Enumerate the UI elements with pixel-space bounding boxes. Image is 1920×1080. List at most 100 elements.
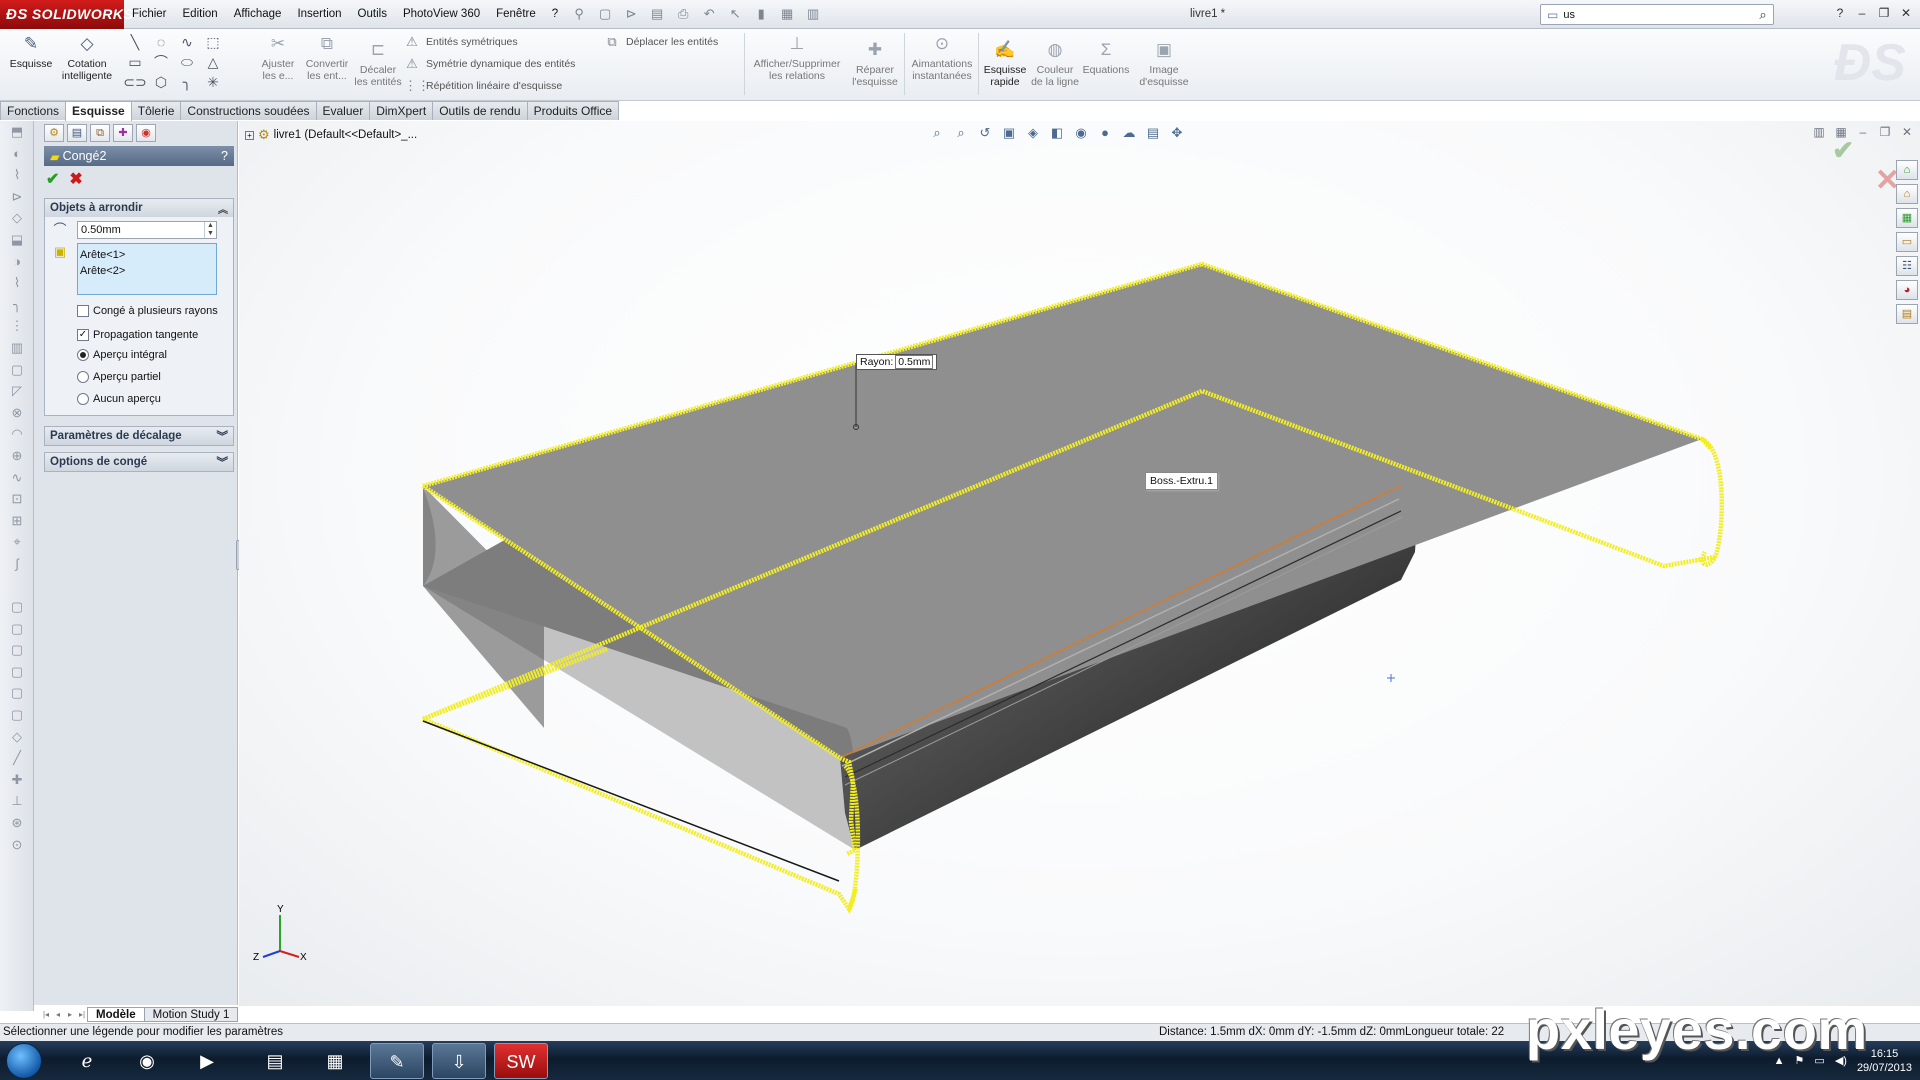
close-icon[interactable]: ✕: [1900, 125, 1914, 139]
instant3d-icon[interactable]: ⊞: [0, 510, 34, 532]
menu-help[interactable]: ?: [544, 0, 566, 29]
chevron-down-icon[interactable]: ︾: [217, 454, 229, 470]
tab-tolerie[interactable]: Tôlerie: [130, 101, 182, 120]
multi-radius-checkbox[interactable]: Congé à plusieurs rayons: [49, 301, 229, 321]
cancel-x-icon[interactable]: ✖: [69, 169, 82, 189]
edit-appearance-icon[interactable]: ●: [1095, 123, 1115, 143]
view-iso-icon[interactable]: ◇: [0, 726, 34, 748]
intersect-icon[interactable]: ⊕: [0, 445, 34, 467]
offset-entities-button[interactable]: ⊏ Décaler les entités: [354, 39, 402, 88]
tab-outils-rendu[interactable]: Outils de rendu: [432, 101, 528, 120]
sketch-relations-icon[interactable]: ⊥: [0, 790, 34, 812]
section-view-icon[interactable]: ▣: [999, 123, 1019, 143]
dimxpert-manager-tab-icon[interactable]: ✚: [113, 124, 133, 142]
view-settings-icon[interactable]: ▤: [1143, 123, 1163, 143]
tab-dimxpert[interactable]: DimXpert: [369, 101, 434, 120]
dynamic-mirror-button[interactable]: ⚠ Symétrie dynamique des entités: [404, 56, 575, 72]
circle-icon[interactable]: ◌: [148, 32, 174, 52]
display-style-icon[interactable]: ◧: [1047, 123, 1067, 143]
cut-revolve-icon[interactable]: ◑: [0, 251, 34, 273]
search-source-icon[interactable]: ▭: [1547, 8, 1558, 22]
zoom-to-fit-icon[interactable]: ⌕: [927, 123, 947, 143]
rib-icon[interactable]: ▥: [0, 337, 34, 359]
list-item[interactable]: Arête<2>: [80, 263, 214, 279]
calculator-icon[interactable]: ▦: [308, 1043, 362, 1079]
appearances-icon[interactable]: ◕: [1896, 280, 1918, 300]
checkbox-checked[interactable]: ✓: [77, 329, 89, 341]
view-orientation-icon[interactable]: ◈: [1023, 123, 1043, 143]
design-library-icon[interactable]: ⌂: [1896, 184, 1918, 204]
polygon-icon[interactable]: ⬡: [148, 72, 174, 92]
view-front-icon[interactable]: ▢: [0, 596, 34, 618]
edge-selection-list[interactable]: Arête<1> Arête<2>: [77, 243, 217, 295]
slot-icon[interactable]: ⊂⊃: [122, 72, 148, 92]
spline-tools-icon[interactable]: ∫: [0, 553, 34, 575]
feature-manager-tab-icon[interactable]: ⚙: [44, 124, 64, 142]
fillet-feature-icon[interactable]: ╮: [0, 294, 34, 316]
cut-extrude-icon[interactable]: ⬓: [0, 229, 34, 251]
internet-explorer-icon[interactable]: ℯ: [60, 1043, 114, 1079]
sweep-icon[interactable]: ⌇: [0, 164, 34, 186]
offset-parameters-group[interactable]: Paramètres de décalage ︾: [44, 426, 234, 446]
apply-scene-icon[interactable]: ☁: [1119, 123, 1139, 143]
extrude-icon[interactable]: ⬒: [0, 121, 34, 143]
menu-outils[interactable]: Outils: [350, 0, 395, 29]
confirmation-ok-icon[interactable]: ✔: [1832, 135, 1854, 166]
no-preview-radio[interactable]: Aucun aperçu: [49, 389, 229, 409]
folder-icon[interactable]: ▭: [1896, 232, 1918, 252]
tab-fonctions[interactable]: Fonctions: [0, 101, 67, 120]
next-tab-icon[interactable]: ▸: [64, 1010, 76, 1019]
tab-evaluer[interactable]: Evaluer: [315, 101, 371, 120]
boundary-icon[interactable]: ◇: [0, 207, 34, 229]
menu-photoview[interactable]: PhotoView 360: [395, 0, 488, 29]
print-icon[interactable]: ⎙: [672, 3, 694, 25]
feature-tree-root[interactable]: + ⚙ livre1 (Default<<Default>_...: [245, 127, 417, 143]
help-icon[interactable]: ?: [221, 149, 228, 163]
plane-icon[interactable]: ⬚: [200, 32, 226, 52]
menu-affichage[interactable]: Affichage: [226, 0, 290, 29]
expand-icon[interactable]: +: [245, 130, 254, 140]
close-icon[interactable]: ✕: [1898, 4, 1914, 22]
zoom-to-area-icon[interactable]: ⌕: [951, 123, 971, 143]
smart-dimension-button[interactable]: ◇ Cotation intelligente: [60, 33, 114, 82]
new-document-icon[interactable]: ▢: [594, 3, 616, 25]
checkbox-unchecked[interactable]: [77, 305, 89, 317]
move-entities-button[interactable]: ⧉ Déplacer les entités: [604, 34, 718, 50]
search-icon[interactable]: ⌕: [1753, 7, 1773, 23]
partial-preview-radio[interactable]: Aperçu partiel: [49, 367, 229, 387]
solidworks-taskbar-icon[interactable]: SW: [494, 1043, 548, 1079]
line-icon[interactable]: ╲: [122, 32, 148, 52]
tab-produits-office[interactable]: Produits Office: [526, 101, 620, 120]
help-icon[interactable]: ?: [1832, 4, 1848, 22]
reference-geometry-icon[interactable]: ⊡: [0, 488, 34, 510]
ellipse-icon[interactable]: ⬭: [174, 52, 200, 72]
solidworks-resources-icon[interactable]: ⌂: [1896, 160, 1918, 180]
spin-arrows-icon[interactable]: ▲ ▼: [204, 222, 216, 238]
pattern-icon[interactable]: ⋮: [0, 315, 34, 337]
radius-callout[interactable]: Rayon: 0.5mm: [856, 354, 938, 370]
selected-edge-spine-curve[interactable]: [1700, 436, 1724, 567]
tab-motion-study[interactable]: Motion Study 1: [143, 1006, 239, 1022]
sketch-point-icon[interactable]: ✚: [0, 769, 34, 791]
fillet-options-group[interactable]: Options de congé ︾: [44, 452, 234, 472]
rectangle-icon[interactable]: ▭: [122, 52, 148, 72]
radius-input[interactable]: 0.50mm ▲ ▼: [77, 221, 217, 239]
custom-properties-icon[interactable]: ▤: [1896, 304, 1918, 324]
sketch-picture-button[interactable]: ▣ Image d'esquisse: [1136, 39, 1192, 88]
spline-icon[interactable]: ∿: [174, 32, 200, 52]
display-relations-button[interactable]: ⊥ Afficher/Supprimer les relations: [750, 33, 844, 82]
view-right-icon[interactable]: ▢: [0, 661, 34, 683]
model-view[interactable]: Y X Z: [239, 121, 1920, 1006]
file-properties-icon[interactable]: ▦: [776, 3, 798, 25]
sketch-snap-icon[interactable]: ⊙: [0, 834, 34, 856]
prev-tab-icon[interactable]: ◂: [52, 1010, 64, 1019]
menu-fichier[interactable]: Fichier: [124, 0, 175, 29]
menu-edition[interactable]: Edition: [175, 0, 226, 29]
tangent-propagation-checkbox[interactable]: ✓ Propagation tangente: [49, 325, 229, 345]
view-back-icon[interactable]: ▢: [0, 618, 34, 640]
tab-constructions-soudees[interactable]: Constructions soudées: [180, 101, 317, 120]
select-icon[interactable]: ↖: [724, 3, 746, 25]
file-explorer-icon[interactable]: ▦: [1896, 208, 1918, 228]
draft-icon[interactable]: ◸: [0, 380, 34, 402]
view-left-icon[interactable]: ▢: [0, 639, 34, 661]
